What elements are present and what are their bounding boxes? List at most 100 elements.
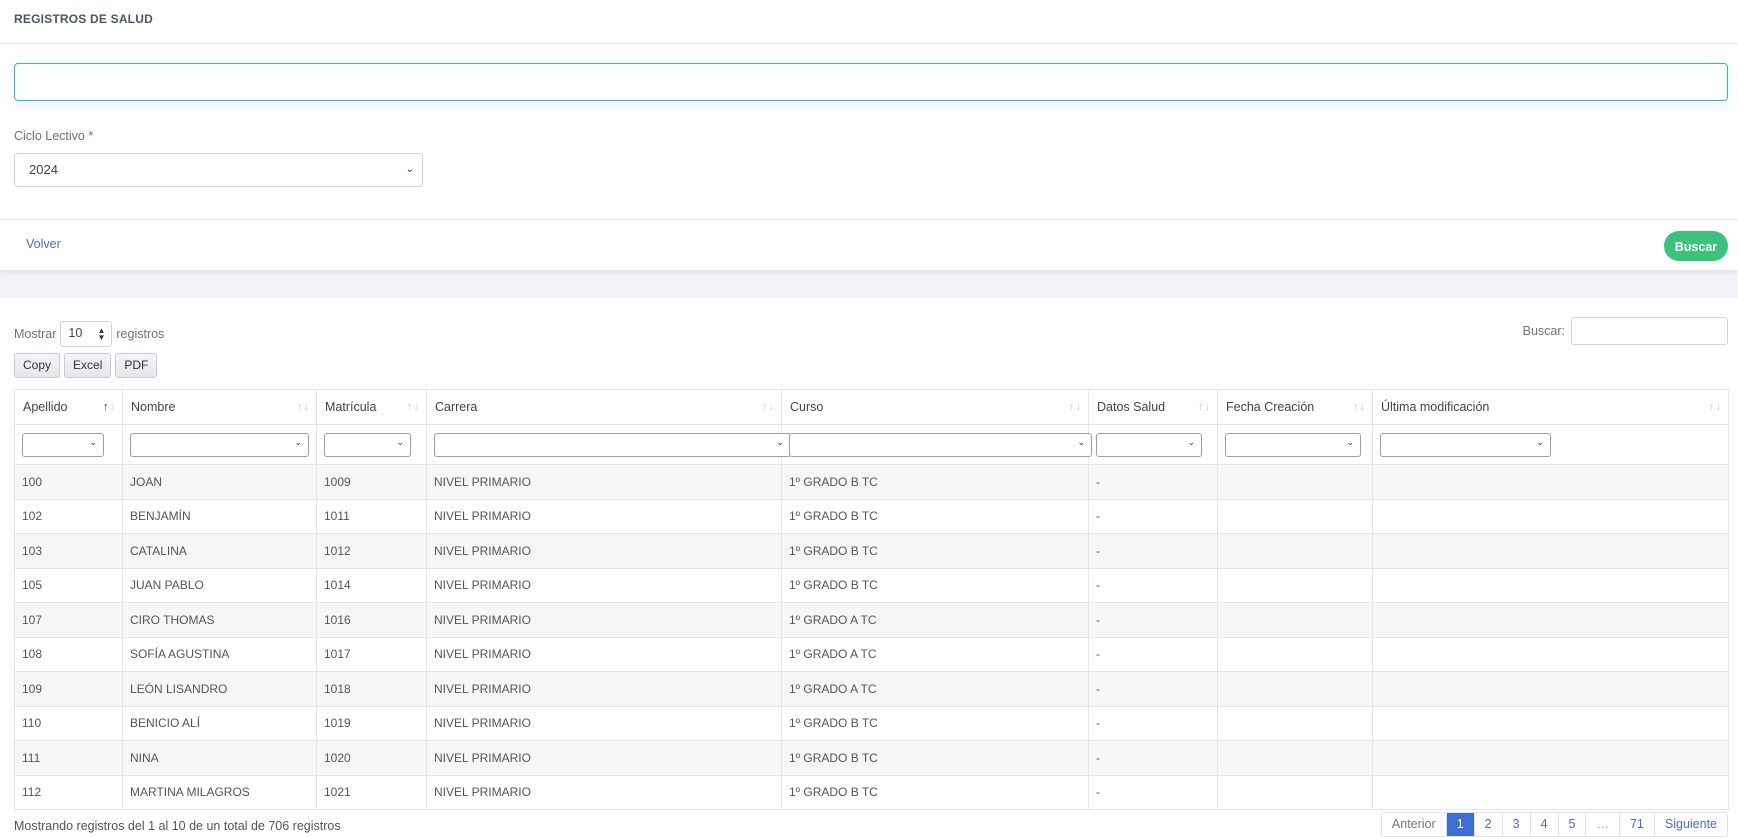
sort-icon: ↑↓ (1353, 401, 1366, 413)
table-cell: 1011 (316, 498, 427, 534)
table-search: Buscar: (1523, 317, 1728, 345)
table-cell: - (1088, 671, 1218, 707)
table-row: 102 BENJAMÍN 1011 NIVEL PRIMARIO 1º GRADO B … (14, 498, 1729, 534)
table-cell: 1012 (316, 533, 427, 569)
ciclo-lectivo-label: Ciclo Lectivo * (14, 129, 93, 143)
filter-select-ultima-modificacion[interactable]: ⌄ (1380, 432, 1551, 457)
table-row: 111 NINA 1020 NIVEL PRIMARIO 1º GRADO B TC - (14, 740, 1729, 776)
ciclo-lectivo-select[interactable]: 2024 ⌄ (14, 153, 423, 187)
table-cell (1372, 498, 1729, 534)
filter-select-carrera[interactable]: ⌄ (434, 432, 791, 457)
filter-cell: ⌄ (1372, 424, 1729, 465)
table-search-input[interactable] (1571, 317, 1728, 345)
filter-cell: ⌄ (14, 424, 123, 465)
table-cell: - (1088, 533, 1218, 569)
pagination-siguiente[interactable]: Siguiente (1653, 813, 1727, 836)
export-buttons: Copy Excel PDF (14, 353, 158, 378)
chevron-down-icon: ⌄ (294, 436, 302, 447)
card-header: REGISTROS DE SALUD (0, 0, 1738, 44)
filter-select-datos-salud[interactable]: ⌄ (1096, 432, 1202, 457)
filter-card: REGISTROS DE SALUD Ciclo Lectivo * 2024 … (0, 0, 1738, 270)
table-cell: 1016 (316, 602, 427, 638)
table-cell: 1º GRADO B TC (781, 533, 1089, 569)
table-row: 107 CIRO THOMAS 1016 NIVEL PRIMARIO 1º GRADO… (14, 602, 1729, 638)
form-footer: Volver Buscar (0, 219, 1738, 270)
data-table: Apellido ↑↓ Nombre ↑↓ Matrícula ↑↓ Carrera ↑… (14, 389, 1729, 810)
table-cell: 111 (14, 740, 123, 776)
table-cell: NIVEL PRIMARIO (426, 740, 782, 776)
ciclo-lectivo-value: 2024 (29, 162, 58, 177)
filter-select-fecha-creacion[interactable]: ⌄ (1225, 432, 1361, 457)
table-cell: 1º GRADO B TC (781, 705, 1089, 741)
table-cell: - (1088, 464, 1218, 500)
pdf-button[interactable]: PDF (115, 353, 158, 378)
table-cell (1372, 774, 1729, 810)
table-card: Mostrar 10 ▲ ▼ registros Buscar: Copy Exc… (0, 298, 1738, 837)
pagination-page-71[interactable]: 71 (1618, 813, 1654, 836)
pagination-ellipsis: … (1585, 813, 1619, 836)
search-input[interactable] (14, 63, 1728, 101)
table-cell: 109 (14, 671, 123, 707)
table-cell: 102 (14, 498, 123, 534)
table-cell: 1021 (316, 774, 427, 810)
column-header-curso[interactable]: Curso ↑↓ (781, 389, 1089, 425)
chevron-down-icon: ⌄ (1187, 436, 1195, 447)
chevron-down-icon: ⌄ (1077, 436, 1085, 447)
filter-select-curso[interactable]: ⌄ (789, 432, 1092, 457)
sort-icon: ↑↓ (407, 401, 420, 413)
table-row: 108 SOFÍA AGUSTINA 1017 NIVEL PRIMARIO 1º GR… (14, 636, 1729, 672)
table-cell: NIVEL PRIMARIO (426, 705, 782, 741)
table-cell: 1009 (316, 464, 427, 500)
table-row: 109 LEÓN LISANDRO 1018 NIVEL PRIMARIO 1º GRA… (14, 671, 1729, 707)
filter-select-apellido[interactable]: ⌄ (22, 432, 104, 457)
table-cell: - (1088, 705, 1218, 741)
pagination-page-5[interactable]: 5 (1557, 813, 1586, 836)
pagination-page-1[interactable]: 1 (1445, 813, 1474, 836)
table-cell: 1º GRADO B TC (781, 740, 1089, 776)
chevron-down-icon: ⌄ (1536, 436, 1544, 447)
table-cell: BENJAMÍN (122, 498, 317, 534)
table-cell: 1º GRADO B TC (781, 498, 1089, 534)
table-cell: NIVEL PRIMARIO (426, 464, 782, 500)
pagination-page-2[interactable]: 2 (1473, 813, 1502, 836)
table-row: 100 JOAN 1009 NIVEL PRIMARIO 1º GRADO B TC - (14, 464, 1729, 500)
column-header-nombre[interactable]: Nombre ↑↓ (122, 389, 317, 425)
table-cell: 100 (14, 464, 123, 500)
sort-icon: ↑↓ (297, 401, 310, 413)
pagination-page-3[interactable]: 3 (1501, 813, 1530, 836)
column-label: Apellido (23, 400, 68, 414)
table-cell: NIVEL PRIMARIO (426, 498, 782, 534)
filter-cell: ⌄ (1217, 424, 1373, 465)
sort-icon: ↑↓ (103, 401, 116, 413)
column-header-fecha-creacion[interactable]: Fecha Creación ↑↓ (1217, 389, 1373, 425)
table-cell (1372, 533, 1729, 569)
table-cell: NIVEL PRIMARIO (426, 533, 782, 569)
column-header-ultima-modificacion[interactable]: Última modificación ↑↓ (1372, 389, 1729, 425)
column-header-datos-salud[interactable]: Datos Salud ↑↓ (1088, 389, 1218, 425)
table-search-label: Buscar: (1522, 324, 1565, 338)
column-header-apellido[interactable]: Apellido ↑↓ (14, 389, 123, 425)
table-cell: - (1088, 567, 1218, 603)
column-label: Carrera (435, 400, 478, 414)
column-header-carrera[interactable]: Carrera ↑↓ (426, 389, 782, 425)
buscar-button[interactable]: Buscar (1664, 231, 1728, 261)
page-length-select[interactable]: 10 ▲ ▼ (60, 321, 113, 347)
table-cell (1372, 636, 1729, 672)
table-row: 112 MARTINA MILAGROS 1021 NIVEL PRIMARIO 1º … (14, 774, 1729, 810)
column-header-matricula[interactable]: Matrícula ↑↓ (316, 389, 427, 425)
table-cell: CATALINA (122, 533, 317, 569)
table-cell: JUAN PABLO (122, 567, 317, 603)
copy-button[interactable]: Copy (14, 353, 61, 378)
chevron-down-icon: ⌄ (1346, 436, 1354, 447)
table-cell: - (1088, 602, 1218, 638)
filter-select-nombre[interactable]: ⌄ (130, 432, 309, 457)
volver-link[interactable]: Volver (26, 237, 61, 251)
filter-select-matricula[interactable]: ⌄ (324, 432, 411, 457)
pagination-anterior[interactable]: Anterior (1382, 813, 1446, 836)
table-cell: 1º GRADO A TC (781, 671, 1089, 707)
column-label: Última modificación (1381, 400, 1490, 414)
filter-cell: ⌄ (122, 424, 317, 465)
excel-button[interactable]: Excel (64, 353, 112, 378)
required-mark: * (88, 129, 94, 143)
pagination-page-4[interactable]: 4 (1529, 813, 1558, 836)
